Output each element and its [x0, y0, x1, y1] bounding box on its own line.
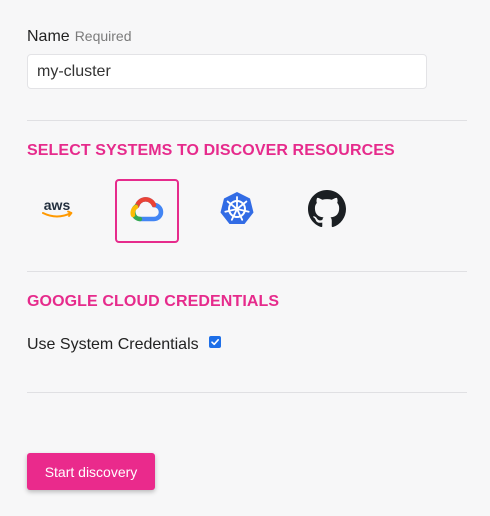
name-label: Name	[27, 28, 70, 45]
use-system-credentials-row: Use System Credentials	[27, 336, 221, 354]
use-system-credentials-checkbox[interactable]	[208, 336, 221, 348]
credentials-section-title: GOOGLE CLOUD CREDENTIALS	[27, 293, 280, 310]
aws-icon: aws	[38, 197, 76, 226]
start-discovery-button[interactable]: Start discovery	[27, 453, 155, 490]
name-field-label-row: Name Required	[27, 28, 132, 46]
system-option-aws[interactable]: aws	[25, 179, 89, 243]
system-option-kubernetes[interactable]	[205, 179, 269, 243]
kubernetes-icon	[218, 190, 256, 233]
svg-text:aws: aws	[44, 197, 71, 213]
github-icon	[308, 189, 346, 233]
systems-section-title: SELECT SYSTEMS TO DISCOVER RESOURCES	[27, 142, 395, 159]
systems-selector: aws	[25, 179, 359, 243]
required-label: Required	[74, 28, 132, 44]
divider	[27, 392, 467, 393]
system-option-google-cloud[interactable]	[115, 179, 179, 243]
divider	[27, 120, 467, 121]
use-system-credentials-label: Use System Credentials	[27, 336, 199, 353]
google-cloud-icon	[127, 193, 167, 230]
discovery-form: Name Required SELECT SYSTEMS TO DISCOVER…	[0, 0, 490, 516]
name-input[interactable]	[27, 54, 427, 89]
system-option-github[interactable]	[295, 179, 359, 243]
divider	[27, 271, 467, 272]
checkmark-icon	[210, 339, 219, 346]
